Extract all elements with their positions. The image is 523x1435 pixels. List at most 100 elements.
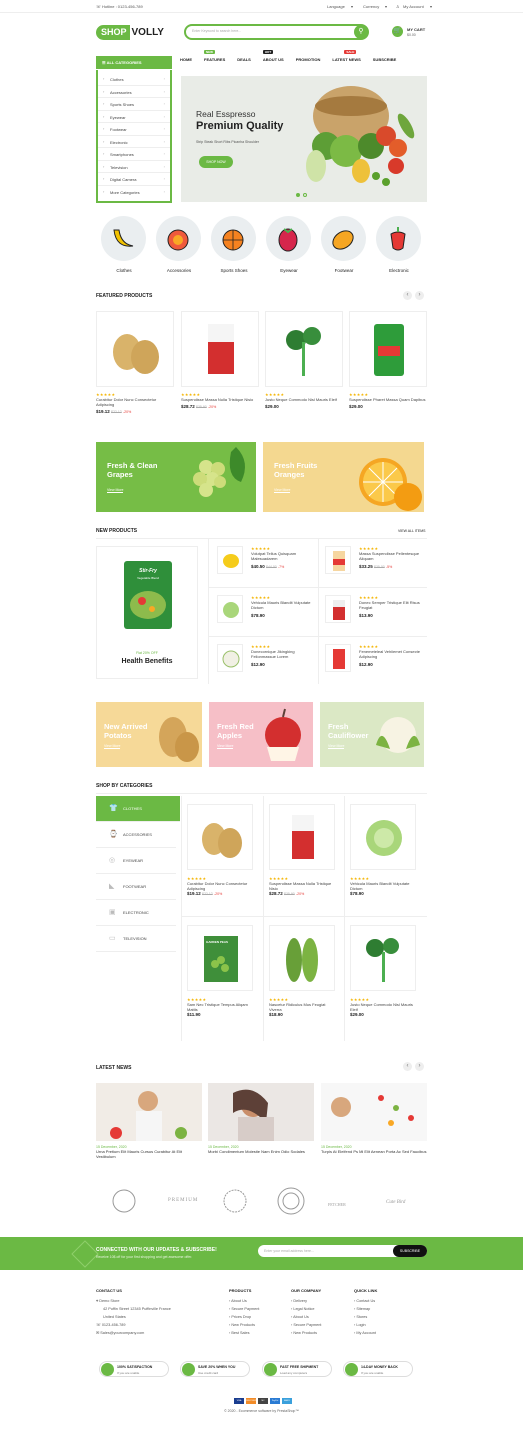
product-image[interactable]	[217, 644, 243, 672]
footer-link[interactable]: › My Account	[354, 1329, 376, 1337]
mini-product[interactable]: ★★★★★ Volutpat Tellus Quisquam Malesuada…	[217, 546, 317, 582]
product-name[interactable]: Nascetur Ridiculus Mus Feugiat Viverra	[269, 1002, 337, 1012]
nav-deals[interactable]: DEALS	[237, 57, 251, 69]
product-name[interactable]: Donec Semper Tristique Elit Risus Feugia…	[359, 600, 423, 610]
promo-banner-grapes[interactable]: Fresh & Clean Grapes View More	[96, 442, 256, 512]
tab-accessories[interactable]: ACCESSORIES	[96, 822, 176, 848]
view-more-link[interactable]: View More	[274, 488, 291, 493]
category-item[interactable]: Clothes	[98, 73, 170, 86]
news-image[interactable]	[321, 1083, 427, 1141]
slider-dot-active[interactable]	[296, 193, 300, 197]
product-card[interactable]: ★★★★★ Suspendisse Massa Nulla Tristique …	[181, 311, 259, 409]
product-image[interactable]	[350, 925, 416, 991]
product-name[interactable]: Suspendisse Massa Nulla Tristique Nisio	[269, 881, 337, 891]
product-name[interactable]: Suspendisse Massa Nulla Tristique Nisio	[181, 397, 259, 402]
new-products-feature[interactable]: Stir-Fry Vegetable Blend Flat 20% OFF He…	[96, 546, 198, 679]
product-image[interactable]	[265, 311, 343, 387]
slider-dot[interactable]	[303, 193, 307, 197]
footer-link[interactable]: › Legal Notice	[291, 1305, 321, 1313]
brand-logo-text[interactable]: Cute Bird	[386, 1200, 405, 1205]
shop-now-button[interactable]: SHOP NOW	[199, 156, 233, 168]
product-image[interactable]	[325, 595, 351, 623]
nav-about[interactable]: HOT ABOUT US	[262, 50, 284, 69]
news-card[interactable]: 15 December, 2020 Morbi Condimentum Mole…	[208, 1083, 314, 1154]
product-image[interactable]	[269, 925, 335, 991]
product-card[interactable]: ★★★★★ Curabitur Dolor Nunc Consectetur A…	[96, 311, 174, 414]
product-card[interactable]: ★★★★★ Suspendisse Massa Nulla Tristique …	[269, 804, 337, 896]
icon-category[interactable]: Accessories	[151, 216, 207, 273]
icon-category[interactable]: Sports Shoes	[206, 216, 262, 273]
product-name[interactable]: Justo Neque Commodo Nisl Mauris Eleif	[350, 1002, 418, 1012]
category-item[interactable]: Smartphones	[98, 148, 170, 161]
product-name[interactable]: Vehicula Mauris Blandit Vulputate Dictum	[251, 600, 315, 610]
brand-logo[interactable]	[276, 1186, 306, 1216]
icon-category[interactable]: Footwear	[316, 216, 372, 273]
footer-link[interactable]: › Sitemap	[354, 1305, 376, 1313]
view-more-link[interactable]: View More	[328, 744, 345, 749]
next-arrow-icon[interactable]: ›	[415, 291, 424, 300]
language-select[interactable]: Language	[327, 4, 345, 9]
tab-television[interactable]: TELEVISION	[96, 926, 176, 952]
footer-link[interactable]: › Prices Drop	[229, 1313, 259, 1321]
product-name[interactable]: Fenemeteleal Vehiiemet Consecte Adipisci…	[359, 649, 423, 659]
footer-link[interactable]: › About Us	[291, 1313, 321, 1321]
footer-link[interactable]: › Secure Payment	[291, 1321, 321, 1329]
category-item[interactable]: Footwear	[98, 123, 170, 136]
category-item[interactable]: Sports Shoes	[98, 98, 170, 111]
footer-link[interactable]: › Stores	[354, 1313, 376, 1321]
product-card[interactable]: ★★★★★ Justo Neque Commodo Nisl Mauris El…	[350, 925, 418, 1017]
news-card[interactable]: 15 December, 2020 Urna Pretium Elit Maur…	[96, 1083, 202, 1159]
category-item[interactable]: More Categories	[98, 186, 170, 199]
nav-promotion[interactable]: PROMOTION	[296, 57, 321, 69]
footer-link[interactable]: › Best Sales	[229, 1329, 259, 1337]
product-name[interactable]: Sam Nec Tristique Tempus Aliqam Mattis	[187, 1002, 255, 1012]
view-all-link[interactable]: VIEW ALL ITEMS	[398, 529, 426, 533]
promo-banner-potatos[interactable]: New Arrived Potatos View More	[96, 702, 202, 767]
footer-link[interactable]: › Contact Us	[354, 1297, 376, 1305]
email-input[interactable]: Enter your email address here...	[264, 1249, 314, 1253]
product-card[interactable]: ★★★★★ Vehicula Mauris Blandit Vulputate …	[350, 804, 418, 896]
product-name[interactable]: Curabitur Dolor Nunc Consectetur Adipisc…	[187, 881, 255, 891]
currency-select[interactable]: Currency	[363, 4, 379, 9]
category-item[interactable]: Digital Camera	[98, 173, 170, 186]
news-title[interactable]: Turpis At Eleifend Ps Mi Elit Aenean Por…	[321, 1149, 427, 1154]
footer-link[interactable]: › Secure Payment	[229, 1305, 259, 1313]
footer-link[interactable]: › About Us	[229, 1297, 259, 1305]
footer-link[interactable]: › Delivery	[291, 1297, 321, 1305]
product-image[interactable]	[349, 311, 427, 387]
footer-link[interactable]: › New Products	[229, 1321, 259, 1329]
view-more-link[interactable]: View More	[104, 744, 121, 749]
search-button[interactable]: ⚲	[354, 25, 368, 39]
product-name[interactable]: Massa Suspendisse Pellentesque Aliquam	[359, 551, 423, 561]
brand-logo-text[interactable]: FETCHER	[328, 1202, 346, 1207]
product-image[interactable]: GARDEN PEAS	[187, 925, 253, 991]
category-item[interactable]: Eyewear	[98, 111, 170, 123]
nav-home[interactable]: HOME	[180, 57, 192, 69]
tab-electronic[interactable]: ELECTRONIC	[96, 900, 176, 926]
account-menu[interactable]: My Account	[403, 4, 424, 9]
product-image[interactable]	[181, 311, 259, 387]
product-name[interactable]: Donecornique Jikingking Felionmassue Lor…	[251, 649, 315, 659]
subscribe-button[interactable]: SUBSCRIBE	[393, 1245, 427, 1257]
product-name[interactable]: Volutpat Tellus Quisquam Malesuadarem	[251, 551, 315, 561]
mini-product[interactable]: ★★★★★ Massa Suspendisse Pellentesque Ali…	[325, 546, 425, 582]
tab-eyewear[interactable]: EYEWEAR	[96, 848, 176, 874]
news-image[interactable]	[96, 1083, 202, 1141]
view-more-link[interactable]: View More	[217, 744, 234, 749]
category-item[interactable]: Accessories	[98, 86, 170, 98]
icon-category[interactable]: Clothes	[96, 216, 152, 273]
mini-product[interactable]: ★★★★★ Donec Semper Tristique Elit Risus …	[325, 595, 425, 631]
prev-arrow-icon[interactable]: ‹	[403, 1062, 412, 1071]
brand-logo-text[interactable]: PREMIUM	[168, 1198, 198, 1203]
product-image[interactable]	[269, 804, 335, 870]
product-name[interactable]: Justo Neque Commodo Nisl Mauris Eleif	[265, 397, 343, 402]
all-categories-toggle[interactable]: ☰ ALL CATEGORIES	[96, 56, 172, 69]
nav-news[interactable]: SALE LATEST NEWS	[332, 50, 361, 69]
footer-link[interactable]: › New Products	[291, 1329, 321, 1337]
mini-product[interactable]: ★★★★★ Vehicula Mauris Blandit Vulputate …	[217, 595, 317, 631]
contact-email[interactable]: Sales@yourcompany.com	[100, 1331, 144, 1335]
icon-category[interactable]: Eyewear	[261, 216, 317, 273]
category-item[interactable]: Television	[98, 161, 170, 173]
promo-banner-apples[interactable]: Fresh Red Apples View More	[209, 702, 313, 767]
product-image[interactable]	[187, 804, 253, 870]
